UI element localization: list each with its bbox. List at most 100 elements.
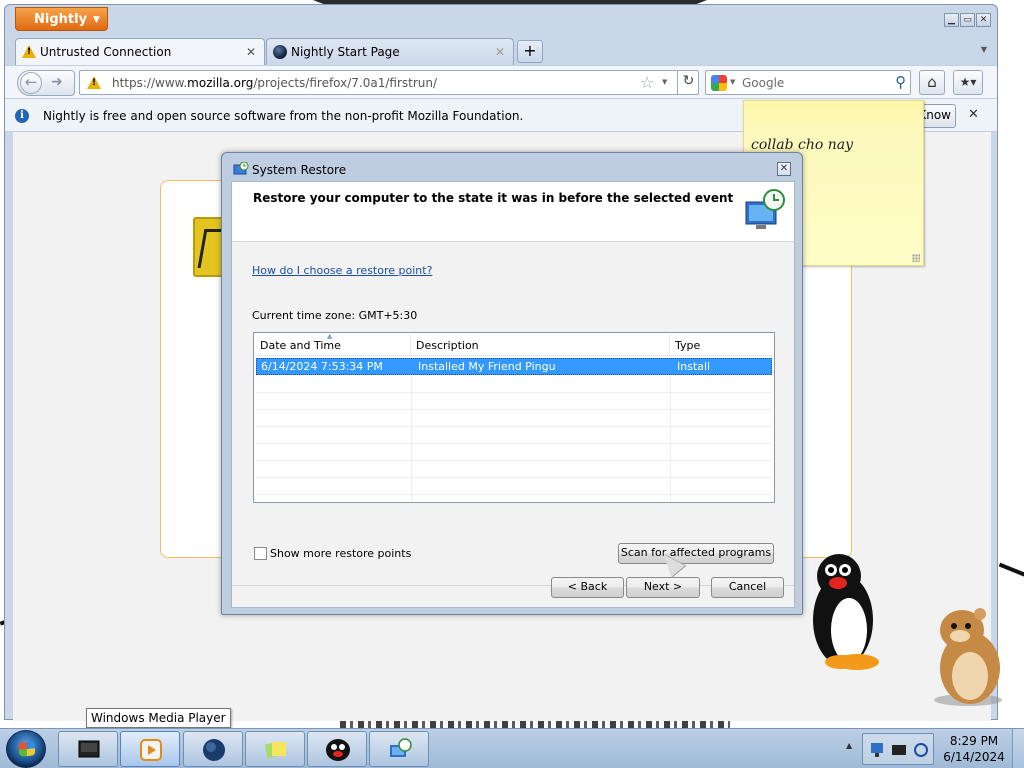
dialog-heading: Restore your computer to the state it wa… xyxy=(253,191,734,205)
network-icon[interactable] xyxy=(869,741,885,759)
reload-icon[interactable]: ↻ xyxy=(677,70,699,95)
clock-date: 6/14/2024 xyxy=(943,750,1005,764)
system-clock[interactable]: 8:29 PM 6/14/2024 xyxy=(938,733,1010,765)
taskbar-tooltip: Windows Media Player xyxy=(86,708,231,728)
empty-row xyxy=(256,376,772,393)
empty-row xyxy=(256,393,772,410)
app-menu-label: Nightly xyxy=(34,12,88,27)
close-dialog-button[interactable]: ✕ xyxy=(777,162,791,176)
forward-button[interactable]: ➜ xyxy=(51,74,63,90)
back-button[interactable]: ← xyxy=(20,72,42,94)
column-header-description[interactable]: Description xyxy=(411,334,670,356)
chevron-down-icon: ▼ xyxy=(93,15,100,25)
new-tab-button[interactable]: + xyxy=(517,40,543,63)
taskbar-computer-button[interactable] xyxy=(58,731,118,767)
tab-list-arrow-icon[interactable]: ▼ xyxy=(981,45,987,54)
dialog-title: System Restore xyxy=(252,163,347,177)
row-description: Installed My Friend Pingu xyxy=(418,360,556,373)
close-window-button[interactable]: ✕ xyxy=(976,13,991,27)
empty-row xyxy=(256,444,772,461)
back-button[interactable]: < Back xyxy=(551,577,624,598)
show-hidden-icons-button[interactable]: ▲ xyxy=(846,741,852,750)
warning-icon xyxy=(22,45,36,59)
start-button[interactable] xyxy=(6,730,46,768)
row-type: Install xyxy=(677,360,711,373)
hamster-gadget-icon[interactable] xyxy=(918,600,1018,708)
history-dropdown-icon[interactable]: ▼ xyxy=(662,78,667,86)
show-more-restore-points-checkbox[interactable] xyxy=(254,547,267,560)
search-icon[interactable]: ⚲ xyxy=(895,73,906,91)
column-header-type[interactable]: Type xyxy=(670,334,773,356)
bookmarks-icon: ★▾ xyxy=(959,75,977,89)
help-restore-point-link[interactable]: How do I choose a restore point? xyxy=(252,264,432,277)
close-tab-icon[interactable]: ✕ xyxy=(246,45,256,59)
notification-area xyxy=(862,733,934,765)
taskbar-sticky-notes-button[interactable] xyxy=(245,731,305,767)
timezone-label: Current time zone: GMT+5:30 xyxy=(252,309,418,322)
back-forward-group: ← ➜ xyxy=(17,70,75,96)
maximize-button[interactable]: ▭ xyxy=(960,13,975,27)
system-restore-icon xyxy=(390,738,412,757)
wallpaper-stripe xyxy=(998,562,1024,582)
info-icon: i xyxy=(15,109,29,123)
close-notification-icon[interactable]: ✕ xyxy=(968,107,979,122)
nightly-globe-icon xyxy=(273,45,287,59)
show-more-restore-points-label[interactable]: Show more restore points xyxy=(270,547,411,560)
pingu-gadget-icon[interactable] xyxy=(805,548,885,672)
site-identity-warning-icon[interactable] xyxy=(84,75,106,91)
restore-computer-icon xyxy=(745,189,785,229)
taskbar-system-restore-button[interactable] xyxy=(369,731,429,767)
table-row[interactable]: 6/14/2024 7:53:34 PM Installed My Friend… xyxy=(256,358,772,375)
tab-strip: Untrusted Connection ✕ Nightly Start Pag… xyxy=(13,35,993,66)
clock-time: 8:29 PM xyxy=(949,734,999,748)
media-player-icon xyxy=(140,739,162,761)
search-bar[interactable]: ▼ Google ⚲ xyxy=(705,70,911,95)
url-bar[interactable]: https://www.mozilla.org/projects/firefox… xyxy=(79,70,699,95)
taskbar: ▲ 8:29 PM 6/14/2024 xyxy=(0,728,1024,768)
cancel-button[interactable]: Cancel xyxy=(711,577,784,598)
bookmarks-menu-button[interactable]: ★▾ xyxy=(953,70,983,95)
show-desktop-button[interactable] xyxy=(1012,729,1024,768)
tab-untrusted-connection[interactable]: Untrusted Connection ✕ xyxy=(15,38,265,66)
home-button[interactable]: ⌂ xyxy=(919,70,945,95)
column-header-date-time[interactable]: Date and Time ▲ xyxy=(255,332,411,356)
notification-text: Nightly is free and open source software… xyxy=(43,109,524,123)
google-icon[interactable] xyxy=(711,75,727,91)
monitor-icon[interactable] xyxy=(891,741,907,759)
sort-indicator-icon: ▲ xyxy=(327,332,333,340)
tab-nightly-start-page[interactable]: Nightly Start Page ✕ xyxy=(266,38,514,65)
sticky-note-text[interactable]: collab cho nay xyxy=(751,137,853,153)
next-button[interactable]: Next > xyxy=(626,577,700,598)
divider xyxy=(232,585,794,586)
app-menu-button[interactable]: Nightly ▼ xyxy=(15,7,108,31)
minimize-button[interactable]: ▁ xyxy=(944,13,959,27)
taskbar-browser-button[interactable] xyxy=(183,731,243,767)
sticky-notes-icon xyxy=(264,741,286,759)
windows-logo-icon xyxy=(19,741,35,757)
empty-row xyxy=(256,461,772,478)
close-tab-icon[interactable]: ✕ xyxy=(495,45,505,59)
sync-icon[interactable] xyxy=(913,741,929,759)
scan-affected-programs-button[interactable]: Scan for affected programs xyxy=(618,543,774,564)
pingu-icon xyxy=(326,739,350,761)
search-placeholder: Google xyxy=(742,76,785,90)
empty-row xyxy=(256,478,772,495)
taskbar-pingu-button[interactable] xyxy=(307,731,367,767)
tab-title: Untrusted Connection xyxy=(40,45,172,59)
home-icon: ⌂ xyxy=(927,73,937,91)
engine-dropdown-icon[interactable]: ▼ xyxy=(730,78,735,86)
tab-title: Nightly Start Page xyxy=(291,45,400,59)
window-controls: ▁ ▭ ✕ xyxy=(944,13,991,27)
dialog-header: Restore your computer to the state it wa… xyxy=(232,182,794,242)
resize-grip-icon[interactable] xyxy=(912,254,920,262)
globe-icon xyxy=(203,739,225,761)
navigation-toolbar: ← ➜ https://www.mozilla.org/projects/fir… xyxy=(5,65,997,98)
table-header: Date and Time ▲ Description Type xyxy=(255,332,773,356)
empty-row xyxy=(256,410,772,427)
empty-row xyxy=(256,427,772,444)
row-date-time: 6/14/2024 7:53:34 PM xyxy=(261,360,383,373)
restore-points-table: Date and Time ▲ Description Type 6/14/202… xyxy=(253,332,775,503)
bookmark-star-icon[interactable]: ☆ xyxy=(640,73,654,92)
url-text[interactable]: https://www.mozilla.org/projects/firefox… xyxy=(112,76,437,90)
taskbar-media-player-button[interactable] xyxy=(120,731,180,767)
